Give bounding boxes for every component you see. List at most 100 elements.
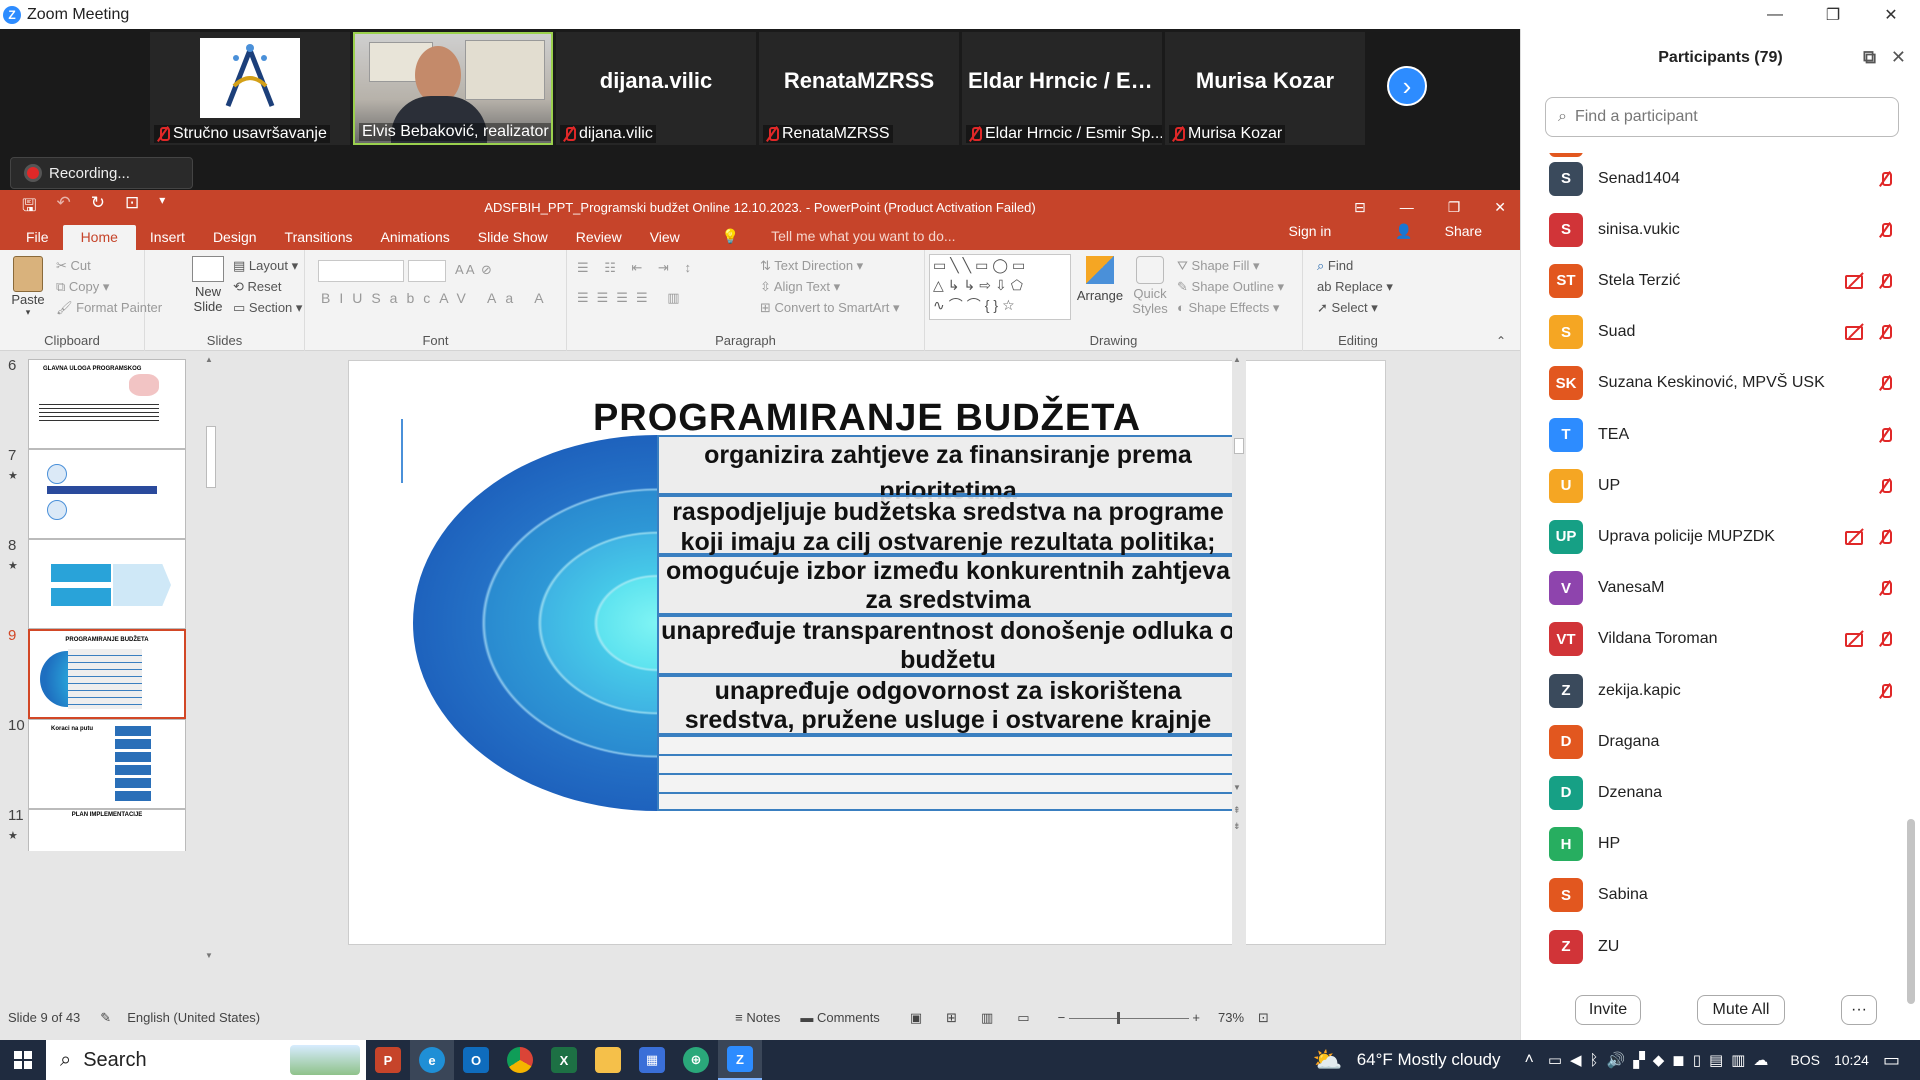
previous-slide-icon[interactable]: ⇞ (1233, 805, 1241, 816)
shapes-gallery[interactable]: ▭╲╲▭◯▭ △↳↳⇨⇩⬠ ∿⌒⌒{}☆ (929, 254, 1071, 320)
slide-thumbnail[interactable] (28, 449, 186, 539)
powerpoint-taskbar-icon[interactable]: P (366, 1040, 410, 1080)
next-slide-icon[interactable]: ⇟ (1233, 821, 1241, 832)
paste-button[interactable]: Paste ▾ (8, 256, 48, 318)
select-button[interactable]: ➚ Select ▾ (1317, 300, 1378, 316)
zoom-slider[interactable]: − + (1058, 1010, 1200, 1025)
comments-button[interactable]: ▬ Comments (800, 1010, 879, 1025)
shape-outline-button[interactable]: ✎ Shape Outline ▾ (1177, 279, 1284, 295)
text-direction-button[interactable]: ⇅ Text Direction ▾ (760, 258, 863, 274)
share-button[interactable]: 👤 Share (1367, 223, 1510, 245)
mute-all-button[interactable]: Mute All (1697, 995, 1785, 1025)
excel-taskbar-icon[interactable]: X (542, 1040, 586, 1080)
spellcheck-icon[interactable]: ✎ (100, 1010, 111, 1026)
tab-view[interactable]: View (636, 229, 694, 250)
customize-toolbar-icon[interactable]: ▾ (159, 193, 165, 222)
store-taskbar-icon[interactable]: ▦ (630, 1040, 674, 1080)
taskbar-search-box[interactable]: ⌕ Search (46, 1040, 366, 1080)
fit-slide-icon[interactable]: ⊡ (1258, 1010, 1269, 1026)
notification-icon[interactable]: ▭ (1883, 1050, 1900, 1071)
video-tile[interactable]: dijana.vilic dijana.vilic (556, 32, 756, 145)
slide-thumbnail[interactable] (28, 539, 186, 629)
slide-thumbnail[interactable]: PLAN IMPLEMENTACIJE (28, 809, 186, 851)
slide-scrollbar[interactable]: ▲ ▼ ⇞ ⇟ (1232, 351, 1246, 962)
participant-row[interactable]: S Sabina (1549, 870, 1899, 921)
tab-home[interactable]: Home (62, 225, 136, 250)
file-explorer-taskbar-icon[interactable] (586, 1040, 630, 1080)
participant-row[interactable]: Ssinisa.vukic (1549, 204, 1899, 255)
participant-row[interactable]: S Suad (1549, 307, 1899, 358)
popout-icon[interactable]: ⧉ (1863, 47, 1876, 68)
shape-fill-button[interactable]: ⛛ Shape Fill ▾ (1177, 258, 1260, 274)
quick-styles-button[interactable]: Quick Styles (1125, 256, 1175, 316)
weather-text[interactable]: 64°F Mostly cloudy (1357, 1050, 1501, 1070)
participant-row[interactable]: UP Uprava policije MUPZDK (1549, 511, 1899, 562)
redo-icon[interactable]: ↻ (91, 193, 105, 222)
tab-slide-show[interactable]: Slide Show (464, 229, 562, 250)
participant-row[interactable]: U UP (1549, 460, 1899, 511)
slide-thumbnail-selected[interactable]: PROGRAMIRANJE BUDŽETA (28, 629, 186, 719)
tab-insert[interactable]: Insert (136, 229, 199, 250)
font-format-buttons[interactable]: BIUSabcAV Aa A (321, 290, 553, 306)
convert-smartart-button[interactable]: ⊞ Convert to SmartArt ▾ (760, 300, 900, 316)
new-slide-button[interactable]: New Slide (185, 256, 231, 314)
participant-row[interactable]: Zzekija.kapic (1549, 665, 1899, 716)
font-size-controls[interactable]: A A ⊘ (455, 262, 492, 278)
chevron-up-icon[interactable]: ˄ (1525, 1051, 1534, 1069)
zoom-taskbar-icon[interactable]: Z (718, 1040, 762, 1080)
notes-button[interactable]: ≡ Notes (735, 1010, 780, 1025)
collapse-ribbon-icon[interactable]: ⌃ (1496, 334, 1506, 348)
align-buttons[interactable]: ☰☰☰☰ ▥ (577, 290, 688, 306)
participant-list-scrollbar[interactable] (1907, 819, 1915, 1004)
save-icon[interactable]: 🖫 (22, 193, 36, 222)
language-indicator[interactable]: BOS (1790, 1052, 1820, 1068)
participant-row[interactable]: VT Vildana Toroman (1549, 614, 1899, 665)
participant-row[interactable]: Z ZU (1549, 921, 1899, 972)
undo-icon[interactable]: ↶ (56, 193, 70, 222)
video-tile[interactable]: Murisa Kozar Murisa Kozar (1165, 32, 1365, 145)
ppt-close-icon[interactable]: ✕ (1494, 199, 1506, 216)
close-button[interactable]: ✕ (1862, 0, 1920, 29)
participant-row[interactable]: H HP (1549, 819, 1899, 870)
tab-animations[interactable]: Animations (366, 229, 463, 250)
video-tile[interactable]: Eldar Hrncic / Es... Eldar Hrncic / Esmi… (962, 32, 1162, 145)
tab-design[interactable]: Design (199, 229, 271, 250)
edge-taskbar-icon[interactable]: e (410, 1040, 454, 1080)
ribbon-display-icon[interactable]: ⊟ (1354, 199, 1366, 216)
thumbnails-scrollbar[interactable]: ▲ ▼ (204, 351, 218, 962)
video-tile[interactable]: RenataMZRSS RenataMZRSS (759, 32, 959, 145)
font-family-select[interactable] (318, 260, 404, 282)
minimize-button[interactable]: — (1746, 0, 1804, 29)
recording-indicator[interactable]: Recording... (10, 157, 193, 189)
invite-button[interactable]: Invite (1575, 995, 1641, 1025)
replace-button[interactable]: ab Replace ▾ (1317, 279, 1393, 295)
more-options-button[interactable]: ··· (1841, 995, 1877, 1025)
current-slide[interactable]: PROGRAMIRANJE BUDŽETA organizira zahtjev… (348, 360, 1386, 945)
next-page-arrow-icon[interactable]: › (1387, 66, 1427, 106)
ppt-minimize-icon[interactable]: — (1400, 199, 1414, 216)
app-taskbar-icon[interactable]: ⊕ (674, 1040, 718, 1080)
participant-row[interactable]: SK Suzana Keskinović, MPVŠ USK (1549, 358, 1899, 409)
reset-button[interactable]: ⟲ Reset (233, 279, 282, 295)
chrome-taskbar-icon[interactable] (498, 1040, 542, 1080)
participant-search-input[interactable]: ⌕ Find a participant (1545, 97, 1899, 137)
start-from-beginning-icon[interactable]: ⊡ (125, 193, 139, 222)
video-tile-active-speaker[interactable]: Elvis Bebaković, realizator (353, 32, 553, 145)
tab-file[interactable]: File (12, 229, 63, 250)
maximize-button[interactable]: ❐ (1804, 0, 1862, 29)
section-button[interactable]: ▭ Section ▾ (233, 300, 302, 316)
align-text-button[interactable]: ⇳ Align Text ▾ (760, 279, 840, 295)
participant-row[interactable]: D Dragana (1549, 716, 1899, 767)
outlook-taskbar-icon[interactable]: O (454, 1040, 498, 1080)
layout-button[interactable]: ▤ Layout ▾ (233, 258, 298, 274)
language-indicator[interactable]: English (United States) (127, 1010, 260, 1025)
shape-effects-button[interactable]: ◐ Shape Effects ▾ (1177, 300, 1279, 316)
tab-transitions[interactable]: Transitions (271, 229, 367, 250)
tell-me-search[interactable]: 💡 Tell me what you want to do... (694, 228, 984, 250)
cut-button[interactable]: ✂ Cut (56, 258, 91, 274)
tab-review[interactable]: Review (562, 229, 636, 250)
arrange-button[interactable]: Arrange (1075, 256, 1125, 303)
close-panel-icon[interactable]: ✕ (1891, 47, 1906, 68)
slide-thumbnail[interactable]: Koraci na putu (28, 719, 186, 809)
tray-icons[interactable]: ▭◀ᛒ🔊▞◆◼▯▤▥☁ (1548, 1051, 1777, 1069)
